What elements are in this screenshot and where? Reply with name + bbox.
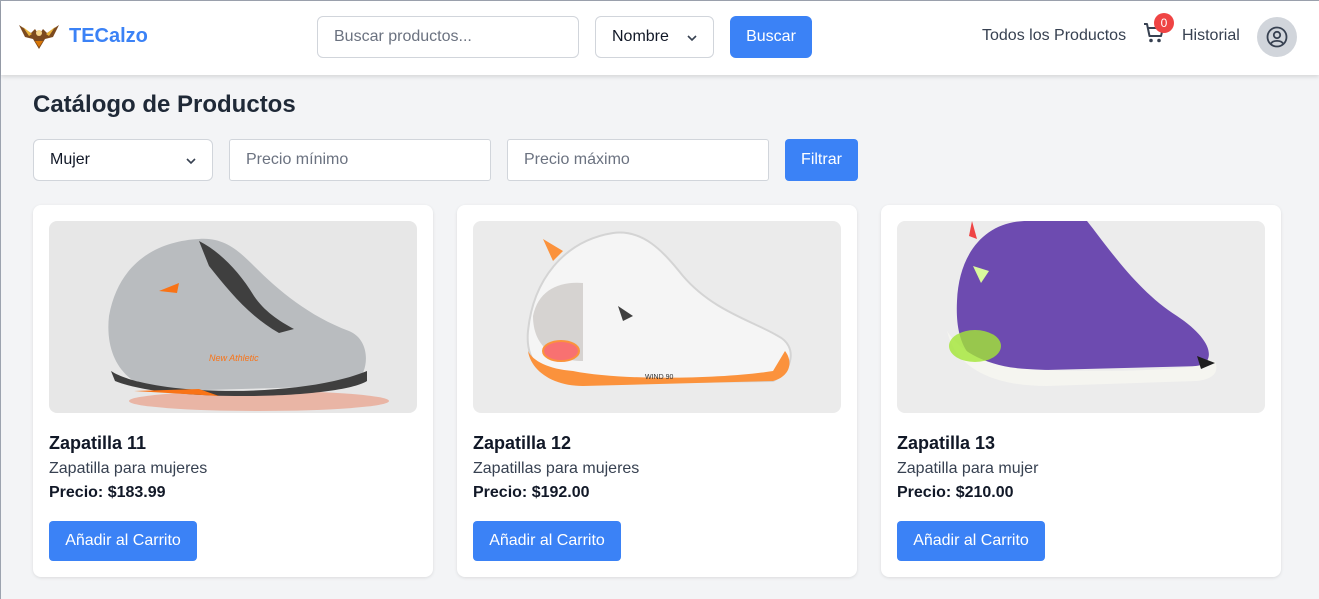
add-to-cart-button[interactable]: Añadir al Carrito — [473, 521, 621, 561]
product-price: Precio: $210.00 — [897, 484, 1014, 501]
user-avatar-icon[interactable] — [1257, 17, 1297, 57]
product-description: Zapatilla para mujeres — [49, 460, 208, 477]
min-price-input[interactable] — [229, 139, 491, 181]
nav-history-link[interactable]: Historial — [1182, 27, 1240, 45]
product-description: Zapatillas para mujeres — [473, 460, 640, 477]
product-description: Zapatilla para mujer — [897, 460, 1039, 477]
product-card: Zapatilla 13 Zapatilla para mujer Precio… — [881, 205, 1281, 577]
nav-all-products-link[interactable]: Todos los Productos — [982, 27, 1126, 45]
product-image[interactable] — [897, 221, 1265, 413]
product-card: New Athletic Zapatilla 11 Zapatilla para… — [33, 205, 433, 577]
filter-button[interactable]: Filtrar — [785, 139, 858, 181]
chevron-down-icon — [184, 154, 198, 168]
eagle-logo-icon[interactable] — [17, 19, 61, 51]
sort-select[interactable]: Nombre — [595, 16, 714, 58]
svg-text:New Athletic: New Athletic — [209, 353, 259, 363]
search-input[interactable] — [317, 16, 579, 58]
top-navbar: TECalzo Nombre Buscar Todos los Producto… — [1, 1, 1319, 75]
chevron-down-icon — [685, 31, 699, 45]
product-price: Precio: $192.00 — [473, 484, 590, 501]
gender-select-value: Mujer — [50, 151, 91, 168]
product-name: Zapatilla 12 — [473, 433, 572, 453]
add-to-cart-button[interactable]: Añadir al Carrito — [897, 521, 1045, 561]
product-price: Precio: $183.99 — [49, 484, 166, 501]
brand-name[interactable]: TECalzo — [69, 25, 148, 48]
product-image[interactable]: New Athletic — [49, 221, 417, 413]
add-to-cart-button[interactable]: Añadir al Carrito — [49, 521, 197, 561]
page-title: Catálogo de Productos — [33, 91, 296, 118]
svg-text:WIND 90: WIND 90 — [645, 374, 674, 381]
product-image[interactable]: WIND 90 — [473, 221, 841, 413]
max-price-input[interactable] — [507, 139, 769, 181]
gender-filter-select[interactable]: Mujer — [33, 139, 213, 181]
sort-select-value: Nombre — [612, 28, 669, 45]
search-button[interactable]: Buscar — [730, 16, 812, 58]
product-name: Zapatilla 11 — [49, 433, 147, 453]
product-name: Zapatilla 13 — [897, 433, 996, 453]
product-card: WIND 90 Zapatilla 12 Zapatillas para muj… — [457, 205, 857, 577]
cart-count-badge: 0 — [1154, 13, 1174, 33]
